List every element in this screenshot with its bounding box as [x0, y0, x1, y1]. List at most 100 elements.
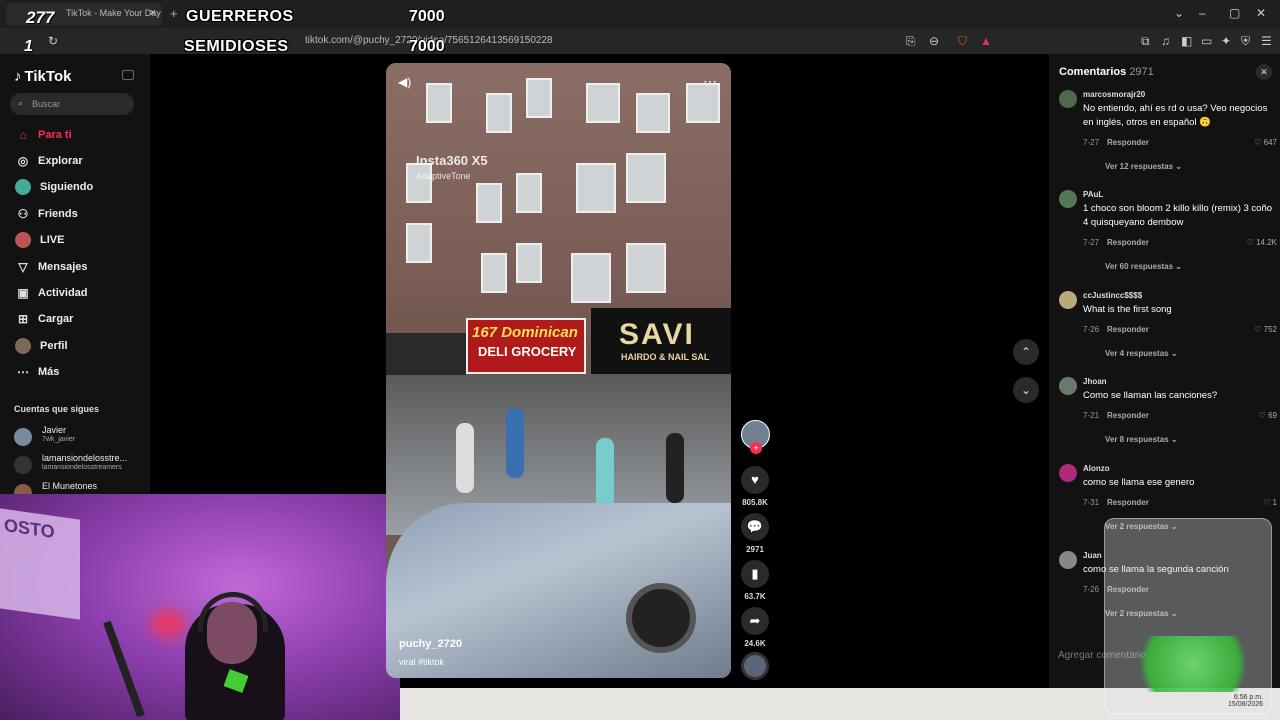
wallet-icon[interactable]: ▭ — [1201, 34, 1212, 48]
window — [481, 253, 507, 293]
brave-rewards-icon[interactable]: ▲ — [980, 34, 992, 48]
comment-like-count[interactable]: ♡ 1 — [1263, 498, 1277, 507]
next-video-button[interactable]: ⌄ — [1013, 377, 1039, 403]
avatar[interactable] — [1059, 190, 1077, 208]
sidebar-item-actividad[interactable]: ▣ Actividad — [14, 283, 87, 303]
microphone-arm — [103, 620, 145, 718]
brave-shield-icon[interactable]: ⛉ — [958, 34, 967, 49]
reply-button[interactable]: Responder — [1107, 238, 1149, 247]
new-tab-button[interactable]: + — [170, 6, 178, 21]
media-icon[interactable]: ♫ — [1161, 34, 1170, 48]
leo-icon[interactable]: ✦ — [1221, 34, 1231, 48]
comment-like-count[interactable]: ♡ 647 — [1254, 138, 1277, 147]
sidebar-item-perfil[interactable]: Perfil — [14, 336, 68, 356]
collapse-sidebar-icon[interactable] — [122, 70, 134, 80]
more-options-icon[interactable]: ⋯ — [703, 73, 717, 90]
sidebar-item-para-ti[interactable]: ⌂ Para ti — [14, 125, 71, 145]
video-author[interactable]: puchy_2720 — [399, 638, 462, 650]
comments-title: Comentarios 2971 — [1059, 66, 1154, 78]
view-replies-button[interactable]: Ver 60 respuestas ⌄ — [1105, 262, 1182, 271]
sidebar-item-siguiendo[interactable]: Siguiendo — [14, 177, 93, 197]
comment-username[interactable]: Jhoan — [1083, 377, 1107, 386]
view-replies-button[interactable]: Ver 8 respuestas ⌄ — [1105, 435, 1178, 444]
comment-meta: 7-27 Responder — [1083, 238, 1149, 247]
overlay-value-guerreros: 7000 — [409, 8, 445, 25]
like-button[interactable]: ♥ 805.8K — [741, 466, 769, 507]
reply-button[interactable]: Responder — [1107, 138, 1149, 147]
sidebar-item-cargar[interactable]: ⊞ Cargar — [14, 309, 74, 329]
clover-gifts-overlay — [1122, 636, 1264, 692]
music-disc-icon[interactable] — [741, 652, 769, 680]
maximize-icon[interactable]: ▢ — [1229, 6, 1240, 20]
reply-button[interactable]: Responder — [1107, 498, 1149, 507]
comment-username[interactable]: Alonzo — [1083, 464, 1110, 473]
comment-username[interactable]: Juan — [1083, 551, 1102, 560]
zoom-icon[interactable]: ⊖ — [929, 34, 939, 48]
reload-icon[interactable]: ↻ — [48, 34, 58, 48]
comment-like-count[interactable]: ♡ 69 — [1259, 411, 1277, 420]
calendar-text-decor: OSTO — [4, 514, 55, 543]
car-wheel — [626, 583, 696, 653]
comments-count: 2971 — [1129, 66, 1154, 78]
comment-username[interactable]: marcosmorajr20 — [1083, 90, 1145, 99]
translate-icon[interactable]: ⎘ — [906, 34, 916, 49]
comment-like-count[interactable]: ♡ 752 — [1254, 325, 1277, 334]
close-comments-icon[interactable]: ✕ — [1256, 64, 1272, 80]
pedestrian — [456, 423, 474, 493]
webcam-feed: OSTO — [0, 494, 400, 720]
upload-icon: ⊞ — [17, 312, 29, 326]
window — [526, 78, 552, 118]
sidebar-item-friends[interactable]: ⚇ Friends — [14, 204, 78, 224]
save-button[interactable]: ▮ 63.7K — [741, 560, 769, 601]
avatar[interactable] — [1059, 551, 1077, 569]
avatar[interactable] — [1059, 464, 1077, 482]
reply-button[interactable]: Responder — [1107, 411, 1149, 420]
compass-icon: ◎ — [17, 154, 29, 168]
window — [586, 83, 620, 123]
window — [576, 163, 616, 213]
overlay-value-semidioses: 7000 — [409, 38, 445, 55]
comment-username[interactable]: PAuL — [1083, 190, 1103, 199]
window — [516, 243, 542, 283]
reply-button[interactable]: Responder — [1107, 325, 1149, 334]
window — [626, 243, 666, 293]
sidebar-item-explorar[interactable]: ◎ Explorar — [14, 151, 83, 171]
sidebar-toggle-icon[interactable]: ◧ — [1181, 34, 1192, 48]
window-close-icon[interactable]: ✕ — [1256, 6, 1266, 20]
share-button[interactable]: ➦ 24.6K — [741, 607, 769, 648]
tab-close-icon[interactable]: × — [150, 7, 156, 19]
sidebar-item-mensajes[interactable]: ▽ Mensajes — [14, 257, 87, 277]
video-caption[interactable]: viral #tiktok — [399, 657, 444, 667]
menu-icon[interactable]: ☰ — [1261, 34, 1272, 48]
following-heading: Cuentas que sigues — [14, 404, 100, 414]
activity-icon: ▣ — [17, 286, 29, 300]
following-avatar — [15, 179, 31, 195]
vpn-icon[interactable]: ⛨ — [1241, 34, 1250, 49]
avatar[interactable] — [1059, 377, 1077, 395]
desk-light — [150, 609, 186, 639]
search-input[interactable]: ⌕ Buscar — [10, 93, 134, 115]
follow-plus-icon[interactable]: + — [750, 442, 762, 454]
sidebar-item-mas[interactable]: ⋯ Más — [14, 362, 59, 382]
comment-like-count[interactable]: ♡ 14.2K — [1247, 238, 1277, 247]
sidebar-item-live[interactable]: LIVE — [14, 230, 64, 250]
volume-icon[interactable]: ◀) — [398, 75, 411, 89]
extensions-icon[interactable]: ⧉ — [1141, 34, 1150, 49]
tiktok-logo[interactable]: ♪ TikTok — [14, 68, 71, 85]
comment-text: No entiendo, ahí es rd o usa? Veo negoci… — [1083, 103, 1268, 128]
live-avatar — [15, 232, 31, 248]
avatar[interactable] — [1059, 291, 1077, 309]
avatar[interactable] — [1059, 90, 1077, 108]
view-replies-button[interactable]: Ver 12 respuestas ⌄ — [1105, 162, 1182, 171]
window — [426, 83, 452, 123]
previous-video-button[interactable]: ⌃ — [1013, 339, 1039, 365]
pedestrian — [506, 408, 524, 478]
video-player[interactable]: 167 Dominican DELI GROCERY SAVI HAIRDO &… — [386, 63, 731, 678]
view-replies-button[interactable]: Ver 4 respuestas ⌄ — [1105, 349, 1178, 358]
comment-username[interactable]: ccJustincc$$$$ — [1083, 291, 1142, 300]
tab-search-icon[interactable]: ⌄ — [1174, 6, 1184, 20]
profile-avatar — [15, 338, 31, 354]
window — [406, 223, 432, 263]
minimize-icon[interactable]: – — [1199, 6, 1206, 20]
comment-button[interactable]: 💬 2971 — [741, 513, 769, 554]
